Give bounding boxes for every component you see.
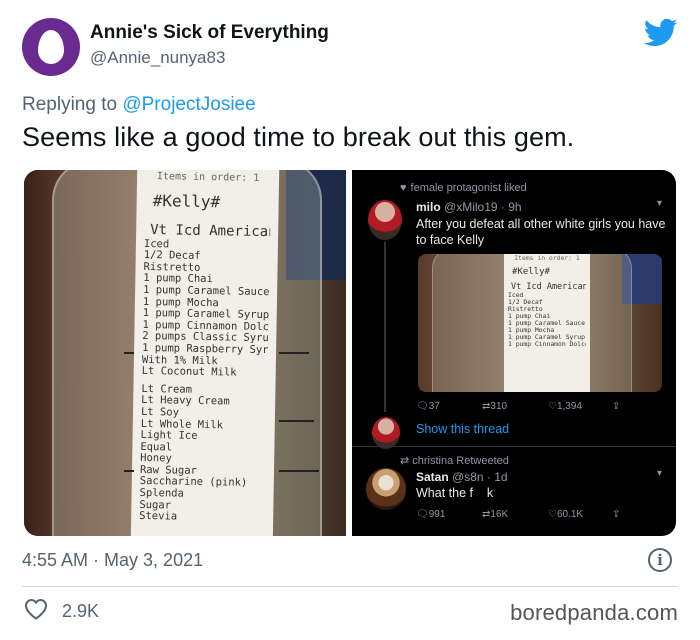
receipt-header: Items in order: 1 <box>156 171 260 184</box>
milo-tweet-actions: 🗨 37 ⇄ 310 ♡ 1,394 ⇪ <box>416 401 656 415</box>
reply-action: 🗨 37 <box>416 401 440 412</box>
author-display-name[interactable]: Annie's Sick of Everything <box>90 22 329 44</box>
retweet-count: 16K <box>490 509 509 520</box>
milo-meta: @xMilo19 · 9h <box>444 200 522 214</box>
reply-action: 🗨 991 <box>416 509 446 520</box>
thread-line <box>384 242 386 412</box>
retweet-action: ⇄ 310 <box>482 401 508 412</box>
receipt-line: Lt Coconut Milk <box>141 366 237 379</box>
author-handle[interactable]: @Annie_nunya83 <box>90 48 225 68</box>
satan-tweet-actions: 🗨 991 ⇄ 16K ♡ 60.1K ⇪ <box>416 509 656 523</box>
receipt-customer-name: #Kelly# <box>512 267 550 277</box>
share-icon: ⇪ <box>612 401 621 412</box>
receipt-label: Items in order: 1 #Kelly# Vt Icd America… <box>130 170 280 536</box>
heart-small-icon: ♥ <box>400 182 407 194</box>
receipt-line: 1 pump Caramel Sauce <box>508 320 585 327</box>
retweeted-by-context: ⇄ christina Retweeted <box>400 454 509 467</box>
like-count: 60.1K <box>556 509 584 520</box>
receipt-header: Items in order: 1 <box>514 255 580 262</box>
embedded-receipt: Items in order: 1 #Kelly# Vt Icd America… <box>504 254 590 392</box>
divider <box>22 586 678 587</box>
milo-thread-avatar <box>372 417 400 449</box>
receipt-line: Iced <box>508 292 524 299</box>
chevron-down-icon: ▾ <box>656 468 662 479</box>
replying-to: Replying to @ProjectJosiee <box>22 94 256 116</box>
receipt-line: 1 pump Cinnamon Dolce <box>508 341 586 348</box>
replying-prefix: Replying to <box>22 94 123 115</box>
satan-meta: @s8n · 1d <box>452 470 508 484</box>
twitter-bird-icon <box>644 18 678 47</box>
receipt-customer-name: #Kelly# <box>152 190 221 211</box>
liked-by-text: female protagonist liked <box>410 182 527 194</box>
receipt-drink: Vt Icd Americano <box>511 282 586 292</box>
retweet-small-icon: ⇄ <box>400 455 413 467</box>
receipt-line: Stevia <box>139 511 178 523</box>
tweet-screenshot-image[interactable]: ♥ female protagonist liked milo @xMilo19 … <box>352 170 676 536</box>
receipt-line: Ristretto <box>508 306 543 313</box>
like-action: ♡ 1,394 <box>548 401 582 412</box>
heart-icon[interactable] <box>24 598 48 620</box>
like-action: ♡ 60.1K <box>548 509 584 520</box>
satan-avatar <box>366 468 406 510</box>
info-icon[interactable]: i <box>648 548 672 572</box>
receipt-drink: Vt Icd Americano <box>150 221 271 240</box>
retweeted-by-text: christina Retweeted <box>412 455 509 467</box>
milo-tweet-text: After you defeat all other white girls y… <box>416 217 666 247</box>
retweet-count: 310 <box>490 401 508 412</box>
like-count[interactable]: 2.9K <box>62 601 99 622</box>
like-count: 1,394 <box>556 401 582 412</box>
egg-avatar-icon <box>38 30 64 64</box>
liked-by-context: ♥ female protagonist liked <box>400 182 527 194</box>
milo-name-line: milo @xMilo19 · 9h <box>416 200 522 214</box>
embedded-receipt-photo: Items in order: 1 #Kelly# Vt Icd America… <box>418 254 662 392</box>
chevron-down-icon: ▾ <box>656 198 662 209</box>
receipt-line: 1/2 Decaf <box>508 299 543 306</box>
milo-name: milo <box>416 200 441 214</box>
receipt-photo[interactable]: Items in order: 1 #Kelly# Vt Icd America… <box>24 170 346 536</box>
satan-name-line: Satan @s8n · 1d <box>416 470 508 484</box>
milo-avatar <box>368 200 402 240</box>
satan-tweet-text: What the f k <box>416 486 494 500</box>
receipt-line: 1 pump Chai <box>508 313 551 320</box>
reply-count: 37 <box>428 401 440 412</box>
retweet-action: ⇄ 16K <box>482 509 509 520</box>
receipt-line: 1 pump Mocha <box>508 327 555 334</box>
show-thread-link: Show this thread <box>416 422 510 436</box>
tweet-timestamp[interactable]: 4:55 AM · May 3, 2021 <box>22 550 203 571</box>
tweet-text: Seems like a good time to break out this… <box>22 122 575 152</box>
share-icon: ⇪ <box>612 509 621 520</box>
receipt-line: 1 pump Caramel Syrup <box>508 334 585 341</box>
author-avatar[interactable] <box>22 18 80 76</box>
tweet-separator <box>352 446 676 447</box>
satan-name: Satan <box>416 470 449 484</box>
reply-mention-link[interactable]: @ProjectJosiee <box>122 94 255 115</box>
boredpanda-watermark: boredpanda.com <box>510 600 678 625</box>
reply-count: 991 <box>428 509 446 520</box>
